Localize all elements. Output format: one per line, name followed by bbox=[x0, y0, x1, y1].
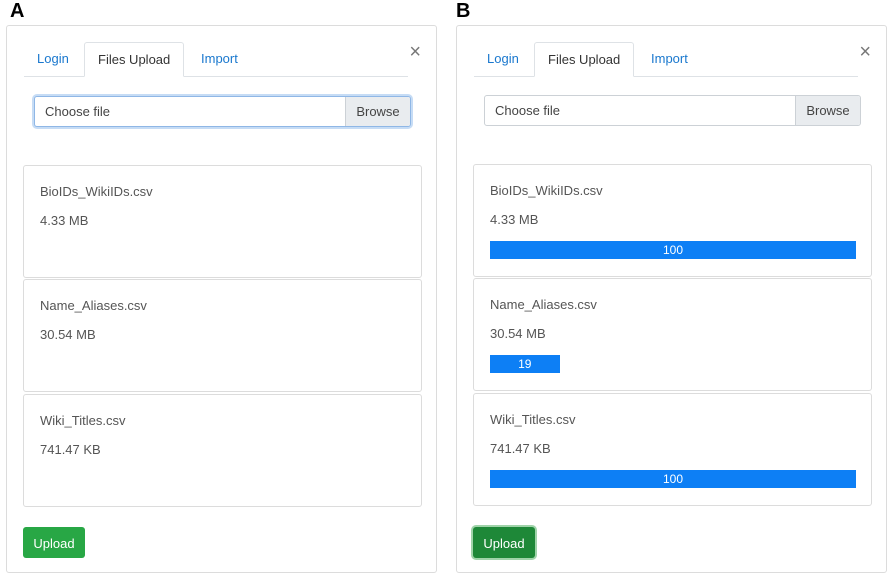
file-size: 741.47 KB bbox=[490, 441, 551, 456]
file-input-placeholder: Choose file bbox=[45, 104, 111, 119]
file-input-placeholder: Choose file bbox=[495, 103, 561, 118]
browse-button[interactable]: Browse bbox=[345, 97, 410, 126]
file-name: BioIDs_WikiIDs.csv bbox=[40, 184, 153, 199]
file-size: 30.54 MB bbox=[40, 327, 96, 342]
file-name: Name_Aliases.csv bbox=[40, 298, 147, 313]
upload-button[interactable]: Upload bbox=[473, 527, 535, 558]
tab-bar: Login Files Upload Import bbox=[474, 42, 858, 77]
progress-fill: 19 bbox=[490, 355, 560, 373]
tab-bar: Login Files Upload Import bbox=[24, 42, 408, 77]
upload-modal-a: × Login Files Upload Import Choose file … bbox=[6, 25, 437, 573]
file-input[interactable]: Choose file Browse bbox=[484, 95, 861, 126]
tab-import[interactable]: Import bbox=[638, 42, 701, 76]
upload-modal-b: × Login Files Upload Import Choose file … bbox=[456, 25, 887, 573]
file-card: Name_Aliases.csv 30.54 MB bbox=[23, 279, 422, 392]
file-name: Name_Aliases.csv bbox=[490, 297, 597, 312]
tab-import[interactable]: Import bbox=[188, 42, 251, 76]
tab-login[interactable]: Login bbox=[24, 42, 82, 76]
file-size: 4.33 MB bbox=[40, 213, 89, 228]
file-size: 4.33 MB bbox=[490, 212, 539, 227]
file-card: BioIDs_WikiIDs.csv 4.33 MB bbox=[23, 165, 422, 278]
file-card: Name_Aliases.csv 30.54 MB 19 bbox=[473, 278, 872, 391]
file-size: 30.54 MB bbox=[490, 326, 546, 341]
panel-label-b: B bbox=[456, 0, 471, 22]
browse-button[interactable]: Browse bbox=[795, 96, 860, 125]
file-card: Wiki_Titles.csv 741.47 KB 100 bbox=[473, 393, 872, 506]
file-input[interactable]: Choose file Browse bbox=[34, 96, 411, 127]
file-card: Wiki_Titles.csv 741.47 KB bbox=[23, 394, 422, 507]
tab-login[interactable]: Login bbox=[474, 42, 532, 76]
panel-label-a: A bbox=[10, 0, 25, 22]
file-size: 741.47 KB bbox=[40, 442, 101, 457]
upload-button[interactable]: Upload bbox=[23, 527, 85, 558]
progress-fill: 100 bbox=[490, 241, 856, 259]
progress-bar: 100 bbox=[490, 241, 856, 259]
progress-bar: 19 bbox=[490, 355, 856, 373]
close-icon[interactable]: × bbox=[409, 42, 421, 62]
file-card: BioIDs_WikiIDs.csv 4.33 MB 100 bbox=[473, 164, 872, 277]
progress-bar: 100 bbox=[490, 470, 856, 488]
file-name: BioIDs_WikiIDs.csv bbox=[490, 183, 603, 198]
tab-files-upload[interactable]: Files Upload bbox=[534, 42, 635, 77]
close-icon[interactable]: × bbox=[859, 42, 871, 62]
progress-fill: 100 bbox=[490, 470, 856, 488]
file-name: Wiki_Titles.csv bbox=[40, 413, 126, 428]
file-name: Wiki_Titles.csv bbox=[490, 412, 576, 427]
tab-files-upload[interactable]: Files Upload bbox=[84, 42, 185, 77]
